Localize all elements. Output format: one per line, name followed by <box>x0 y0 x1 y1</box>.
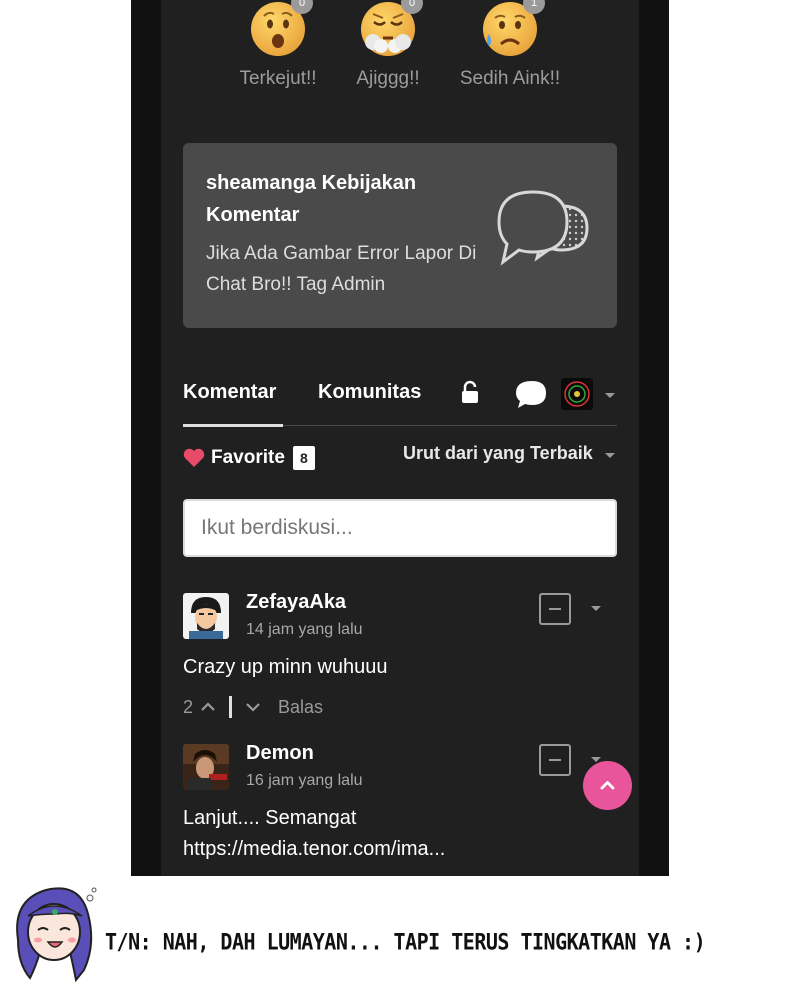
policy-body: Jika Ada Gambar Error Lapor Di Chat Bro!… <box>206 243 477 295</box>
reply-button[interactable]: Balas <box>278 697 323 718</box>
vote-divider <box>229 696 233 718</box>
reaction-label: Ajiggg!! <box>356 68 420 89</box>
user-avatar[interactable] <box>561 378 593 410</box>
sort-dropdown[interactable]: Urut dari yang Terbaik <box>403 443 593 464</box>
policy-title: sheamanga Kebijakan Komentar <box>206 172 417 226</box>
lock-icon[interactable] <box>459 380 481 404</box>
chevron-down-icon[interactable] <box>605 393 615 398</box>
chevron-down-icon[interactable] <box>605 453 615 458</box>
comment-timestamp[interactable]: 16 jam yang lalu <box>246 772 363 790</box>
comment-author[interactable]: Demon <box>246 742 314 765</box>
comment-actions: 2 Balas <box>183 695 323 719</box>
reaction-ajiggg[interactable]: 0 Ajiggg!! <box>328 0 448 90</box>
scroll-top-button[interactable] <box>583 761 632 810</box>
tab-komentar[interactable]: Komentar <box>183 381 276 404</box>
favorite-count-badge: 8 <box>292 446 315 470</box>
translator-note: T/N: NAH, DAH LUMAYAN... TAPI TERUS TING… <box>105 928 706 956</box>
comment-item: ZefayaAka 14 jam yang lalu Crazy up minn… <box>183 591 617 723</box>
reaction-label: Terkejut!! <box>239 68 317 89</box>
reaction-terkejut[interactable]: 0 Terkejut!! <box>218 0 338 90</box>
chevron-down-icon[interactable] <box>591 606 601 611</box>
reaction-label: Sedih Aink!! <box>459 68 561 89</box>
heart-icon <box>183 448 205 467</box>
active-tab-indicator <box>183 424 283 427</box>
comment-author[interactable]: ZefayaAka <box>246 591 346 614</box>
comment-text: Crazy up minn wuhuuu <box>183 656 388 678</box>
collapse-button[interactable] <box>539 744 571 776</box>
collapse-button[interactable] <box>539 593 571 625</box>
commenter-avatar[interactable] <box>183 593 229 639</box>
chat-bubble-icon[interactable] <box>516 379 548 409</box>
favorite-label: Favorite <box>211 447 285 468</box>
comment-text: Lanjut.... Semangat https://media.tenor.… <box>183 803 445 865</box>
surprised-emoji-icon: 0 <box>249 0 313 58</box>
comment-timestamp[interactable]: 14 jam yang lalu <box>246 621 363 639</box>
tab-komunitas[interactable]: Komunitas <box>318 381 421 404</box>
comment-link[interactable]: https://media.tenor.com/ima... <box>183 834 445 865</box>
upvote-icon[interactable] <box>199 701 217 713</box>
comment-text-line: Lanjut.... Semangat <box>183 807 357 829</box>
upvote-count: 2 <box>183 696 194 717</box>
commenter-avatar[interactable] <box>183 744 229 790</box>
reaction-sedih[interactable]: 1 Sedih Aink!! <box>450 0 570 90</box>
sad-sweat-emoji-icon: 1 <box>481 0 545 58</box>
chevron-up-icon <box>600 781 615 790</box>
comment-item: Demon 16 jam yang lalu Lanjut.... Semang… <box>183 742 617 865</box>
speech-bubbles-icon <box>495 188 595 284</box>
comment-input[interactable] <box>183 499 617 557</box>
comment-policy-card: sheamanga Kebijakan Komentar Jika Ada Ga… <box>183 143 617 328</box>
favorite-button[interactable]: Favorite 8 <box>183 445 315 471</box>
steaming-emoji-icon: 0 <box>359 0 423 58</box>
mascot-sticker <box>8 880 103 984</box>
downvote-icon[interactable] <box>244 701 262 713</box>
